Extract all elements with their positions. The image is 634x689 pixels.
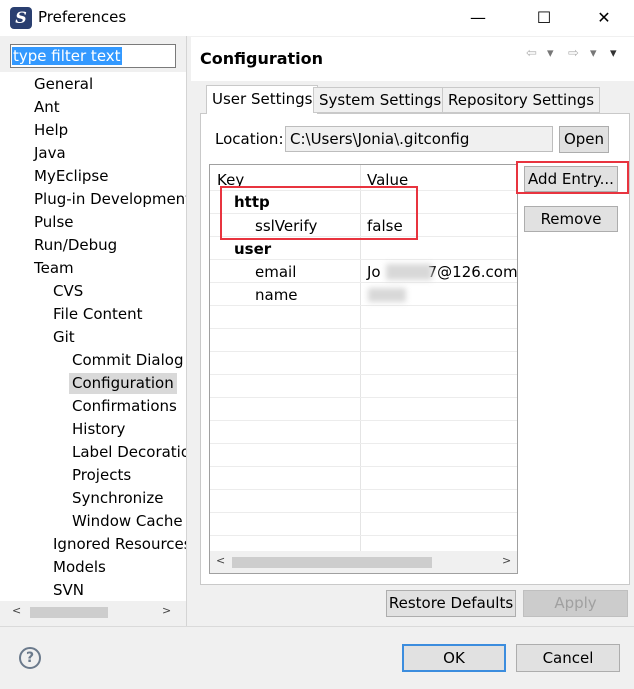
open-button[interactable]: Open: [559, 126, 609, 153]
remove-button[interactable]: Remove: [524, 206, 618, 232]
tree-item-window-cache[interactable]: Window Cache: [69, 511, 186, 532]
tree-horizontal-scrollbar[interactable]: < >: [0, 601, 186, 623]
restore-defaults-button[interactable]: Restore Defaults: [386, 590, 516, 617]
tree-item-commit-dialog[interactable]: Commit Dialog: [69, 350, 186, 371]
scroll-left-icon[interactable]: <: [12, 604, 21, 617]
preferences-tree[interactable]: General Ant Help Java MyEclipse Plug-in …: [0, 72, 186, 602]
tab-system-settings[interactable]: System Settings: [313, 87, 448, 113]
back-arrow-icon[interactable]: ⇦: [526, 46, 537, 61]
page-title: Configuration: [200, 49, 324, 68]
minimize-button[interactable]: —: [456, 0, 500, 36]
table-row-section-user[interactable]: user: [234, 238, 271, 260]
tree-item-confirmations[interactable]: Confirmations: [69, 396, 180, 417]
filter-text: type filter text: [12, 47, 122, 65]
apply-button: Apply: [523, 590, 628, 617]
tab-repository-settings[interactable]: Repository Settings: [442, 87, 601, 113]
tree-item-synchronize[interactable]: Synchronize: [69, 488, 166, 509]
forward-arrow-icon[interactable]: ⇨: [568, 46, 579, 61]
maximize-button[interactable]: ☐: [522, 0, 566, 36]
tab-user-settings[interactable]: User Settings: [206, 85, 319, 114]
highlight-box-add-entry: [516, 161, 629, 194]
tree-item-history[interactable]: History: [69, 419, 128, 440]
tree-item-projects[interactable]: Projects: [69, 465, 134, 486]
cancel-button[interactable]: Cancel: [516, 644, 620, 672]
tree-item-general[interactable]: General: [31, 74, 96, 95]
tree-item-run-debug[interactable]: Run/Debug: [31, 235, 120, 256]
tree-item-svn[interactable]: SVN: [50, 580, 87, 601]
tree-item-models[interactable]: Models: [50, 557, 109, 578]
redacted-email-blur: [386, 264, 432, 280]
tree-item-configuration[interactable]: Configuration: [69, 373, 177, 394]
table-horizontal-scrollbar[interactable]: < >: [210, 551, 517, 573]
email-prefix: Jo: [367, 263, 381, 281]
ok-button[interactable]: OK: [402, 644, 506, 672]
close-button[interactable]: ✕: [582, 0, 626, 36]
tree-item-ignored-resources[interactable]: Ignored Resources: [50, 534, 186, 555]
window-title: Preferences: [38, 8, 127, 26]
tree-item-label-decorations[interactable]: Label Decorations: [69, 442, 186, 463]
forward-dropdown-icon[interactable]: ▾: [590, 46, 597, 61]
table-row-key-email[interactable]: email: [255, 261, 296, 283]
location-label: Location:: [215, 130, 284, 148]
app-logo-icon: S: [10, 7, 32, 29]
email-suffix: 7@126.com: [427, 263, 518, 281]
filter-input[interactable]: type filter text: [10, 44, 176, 68]
tree-item-help[interactable]: Help: [31, 120, 71, 141]
tree-item-plugin-development[interactable]: Plug-in Development: [31, 189, 186, 210]
tree-item-ant[interactable]: Ant: [31, 97, 63, 118]
table-scroll-right-icon[interactable]: >: [502, 554, 511, 567]
table-scroll-thumb[interactable]: [232, 557, 432, 568]
tree-item-cvs[interactable]: CVS: [50, 281, 86, 302]
tree-item-file-content[interactable]: File Content: [50, 304, 146, 325]
tree-scroll-thumb[interactable]: [30, 607, 108, 618]
highlight-box-sslverify: [220, 186, 418, 240]
scroll-right-icon[interactable]: >: [162, 604, 171, 617]
table-scroll-left-icon[interactable]: <: [216, 554, 225, 567]
help-icon[interactable]: ?: [19, 647, 41, 669]
footer-divider: [0, 626, 634, 627]
location-field[interactable]: C:\Users\Jonia\.gitconfig: [285, 126, 553, 152]
tree-item-git[interactable]: Git: [50, 327, 78, 348]
redacted-name-blur: [368, 288, 406, 302]
tree-item-pulse[interactable]: Pulse: [31, 212, 77, 233]
tree-item-myeclipse[interactable]: MyEclipse: [31, 166, 111, 187]
pane-splitter[interactable]: [186, 36, 190, 626]
back-dropdown-icon[interactable]: ▾: [547, 46, 554, 61]
table-row-key-name[interactable]: name: [255, 284, 298, 306]
view-menu-icon[interactable]: ▾: [610, 46, 617, 61]
tree-item-team[interactable]: Team: [31, 258, 77, 279]
tree-item-java[interactable]: Java: [31, 143, 69, 164]
